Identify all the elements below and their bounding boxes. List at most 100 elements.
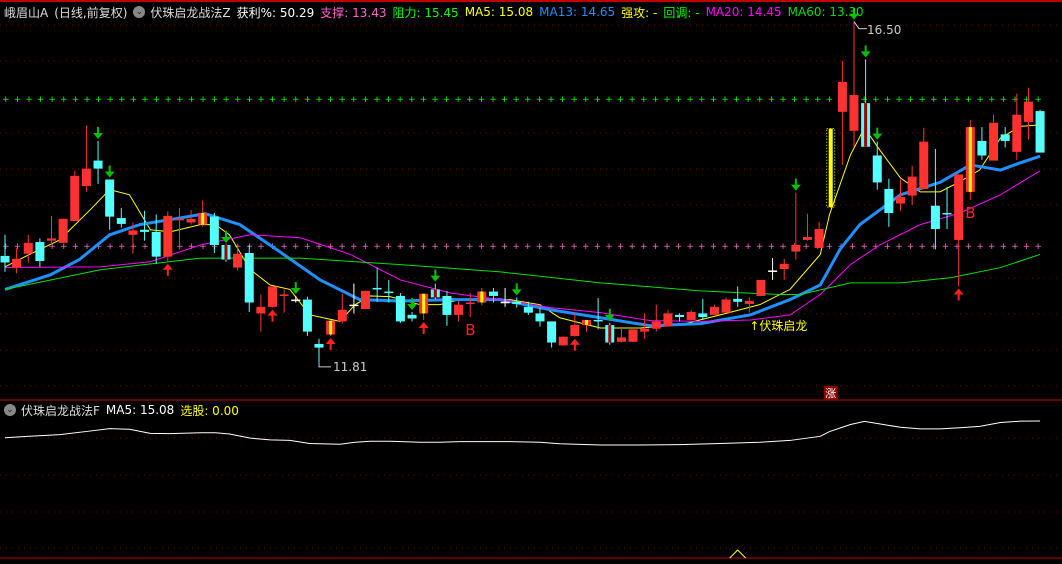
candle-body xyxy=(395,295,405,322)
support-line: + xyxy=(60,242,68,252)
candle-body xyxy=(814,228,824,248)
resistance-line: + xyxy=(570,95,578,105)
candle-body xyxy=(140,229,150,232)
resistance-line: + xyxy=(60,95,68,105)
resistance-line: + xyxy=(918,95,926,105)
candle-body xyxy=(0,255,10,263)
candle-body xyxy=(1000,134,1010,141)
sub-ma5-value: MA5: 15.08 xyxy=(105,403,175,417)
resistance-line: + xyxy=(942,95,950,105)
candle xyxy=(907,165,917,205)
chevron-down-icon[interactable]: ⌄ xyxy=(133,6,146,18)
support-value: 支撑: 13.43 xyxy=(320,5,387,20)
resistance-line: + xyxy=(199,95,207,105)
candlestick-chart[interactable]: + + + + + + + + + + + + + + + + + + + + + + + + + + + + + + + + + + + + + + + +… xyxy=(0,0,1062,564)
resistance-line: + xyxy=(1034,95,1042,105)
sell-arrow-icon xyxy=(790,178,801,191)
candle-body xyxy=(558,336,568,346)
resistance-line: + xyxy=(188,95,196,105)
candle xyxy=(116,207,126,228)
candle xyxy=(326,320,336,336)
candle-stripe xyxy=(585,319,588,326)
candle xyxy=(267,286,277,308)
candle-body xyxy=(70,175,80,221)
ma13-value: MA13: 14.65 xyxy=(539,5,616,19)
support-line: + xyxy=(768,242,776,252)
candle-body xyxy=(279,294,289,296)
resistance-line: + xyxy=(211,95,219,105)
resistance-line: + xyxy=(234,95,242,105)
candle xyxy=(651,304,661,332)
candle xyxy=(558,336,568,346)
support-line: + xyxy=(1011,242,1019,252)
support-line: + xyxy=(547,242,555,252)
candle xyxy=(977,127,987,160)
candle-body xyxy=(791,245,801,252)
candle xyxy=(686,309,696,320)
candle-body xyxy=(349,304,359,307)
resistance-line: + xyxy=(396,95,404,105)
resistance-line: + xyxy=(257,95,265,105)
resistance-line: + xyxy=(408,95,416,105)
candle-stripe xyxy=(968,127,972,192)
candle xyxy=(93,140,103,184)
resistance-line: + xyxy=(675,95,683,105)
candle xyxy=(709,304,719,315)
resistance-line: + xyxy=(547,95,555,105)
resistance-line: + xyxy=(478,95,486,105)
candle-body xyxy=(721,299,731,313)
candle xyxy=(872,141,882,190)
resistance-line: + xyxy=(2,95,10,105)
support-line: + xyxy=(570,242,578,252)
stock-name[interactable]: 峨眉山A xyxy=(4,4,48,21)
resistance-line: + xyxy=(710,95,718,105)
candle xyxy=(442,290,452,326)
candle-body xyxy=(977,140,987,156)
b-mark: B xyxy=(965,204,975,222)
candle-body xyxy=(81,168,91,187)
resistance-line: + xyxy=(768,95,776,105)
resistance-line: + xyxy=(37,95,45,105)
resistance-line: + xyxy=(640,95,648,105)
candle xyxy=(35,238,45,267)
sub-indicator-name[interactable]: 伏珠启龙战法F xyxy=(21,402,100,419)
candle-body xyxy=(407,314,417,319)
buy-arrow-icon xyxy=(162,263,173,276)
candle xyxy=(58,218,68,243)
resistance-line: + xyxy=(373,95,381,105)
resistance-line: + xyxy=(83,95,91,105)
ma60-line xyxy=(4,253,1041,295)
candle-stripe xyxy=(480,291,484,303)
support-line: + xyxy=(721,242,729,252)
candle-body xyxy=(488,291,498,296)
support-line: + xyxy=(849,242,857,252)
buy-arrow-icon xyxy=(569,338,580,351)
resistance-line: + xyxy=(976,95,984,105)
candle xyxy=(314,338,324,363)
candle-body xyxy=(849,95,859,131)
resistance-line: + xyxy=(965,95,973,105)
resistance-line: + xyxy=(628,95,636,105)
indicator-name[interactable]: 伏珠启龙战法Z xyxy=(150,4,230,21)
candle-body xyxy=(779,263,789,270)
resistance-line: + xyxy=(141,95,149,105)
candle-body xyxy=(372,287,382,290)
support-line: + xyxy=(895,242,903,252)
candle xyxy=(779,258,789,280)
candle xyxy=(663,309,673,327)
candle-body xyxy=(907,176,917,196)
main-header: 峨眉山A (日线,前复权) ⌄ 伏珠启龙战法Z 获利%: 50.29 支撑: 1… xyxy=(4,3,870,21)
support-line: + xyxy=(663,242,671,252)
resistance-line: + xyxy=(164,95,172,105)
resistance-line: + xyxy=(327,95,335,105)
candle-body xyxy=(151,231,161,257)
candle-body xyxy=(1012,114,1022,152)
support-line: + xyxy=(536,242,544,252)
candle xyxy=(198,200,208,227)
support-line: + xyxy=(744,242,752,252)
chevron-down-icon[interactable]: ⌄ xyxy=(4,404,16,416)
resistance-line: + xyxy=(48,95,56,105)
candle-body xyxy=(244,253,254,303)
candle xyxy=(337,293,347,324)
candle-body xyxy=(744,301,754,304)
